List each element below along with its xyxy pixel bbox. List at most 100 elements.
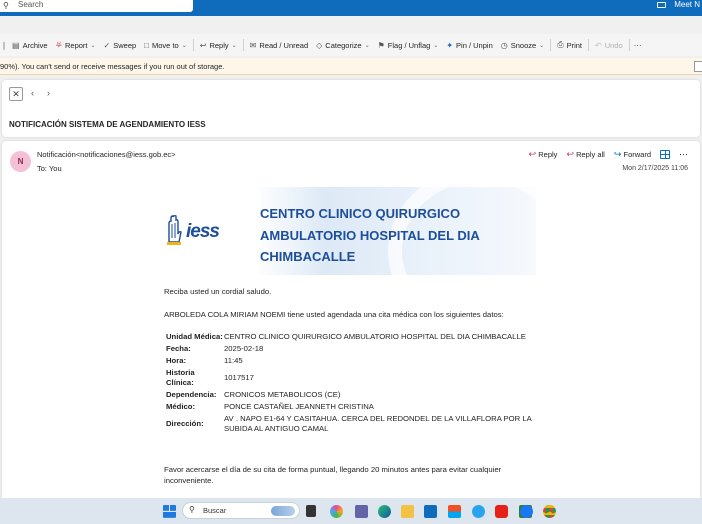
video-icon [657, 2, 667, 8]
categorize-label: Categorize [325, 40, 362, 50]
field-label: Dependencia: [166, 390, 217, 399]
divider [588, 39, 590, 51]
collapse-button[interactable]: ∣ [0, 36, 8, 54]
greeting: Reciba usted un cordial saludo. [164, 287, 272, 296]
more-icon: ⋯ [633, 40, 642, 50]
chevron-down-icon: ⌄ [364, 42, 370, 49]
read-unread-label: Read / Unread [259, 40, 309, 50]
teams-icon[interactable] [355, 505, 368, 518]
search-icon: ⚲ [3, 1, 9, 10]
move-to-label: Move to [152, 40, 179, 50]
grid-icon[interactable] [660, 150, 670, 159]
banner-title: CENTRO CLINICO QUIRURGICO AMBULATORIO HO… [260, 203, 530, 268]
app-icon[interactable] [472, 505, 485, 518]
field-label: Unidad Médica: [166, 332, 223, 341]
sweep-button[interactable]: ✓ Sweep [100, 36, 141, 54]
folder-icon: □ [144, 40, 150, 50]
pin-unpin-label: Pin / Unpin [456, 40, 493, 50]
archive-button[interactable]: ▤ Archive [8, 36, 52, 54]
outlook-icon[interactable] [424, 505, 437, 518]
youtube-icon[interactable] [495, 505, 508, 518]
avatar[interactable]: N [10, 151, 31, 172]
reply-action-label: Reply [538, 150, 558, 159]
read-unread-button[interactable]: ✉ Read / Unread [246, 36, 312, 54]
chevron-down-icon: ⌄ [231, 42, 237, 49]
move-to-button[interactable]: □ Move to ⌄ [140, 36, 191, 54]
file-explorer-icon[interactable] [401, 505, 414, 518]
message-actions: ↩ Reply ↩ Reply all ↪ Forward ⋯ [529, 149, 688, 160]
tag-icon: ◇ [316, 40, 323, 50]
storage-action-button[interactable] [694, 61, 702, 72]
reply-label: Reply [209, 40, 229, 50]
reading-pane-header: ✕ ‹ › NOTIFICACIÓN SISTEMA DE AGENDAMIEN… [2, 80, 700, 137]
chrome-icon[interactable] [543, 505, 556, 518]
reply-action[interactable]: ↩ Reply [529, 149, 558, 160]
flag-unflag-button[interactable]: ⚑ Flag / Unflag ⌄ [374, 36, 443, 54]
facebook-icon[interactable] [520, 505, 533, 518]
print-button[interactable]: ⎙ Print [553, 36, 586, 54]
logo-text: iess [186, 221, 220, 242]
undo-label: Undo [604, 40, 623, 50]
undo-icon: ↶ [595, 40, 602, 50]
storage-warning-text: 90%). You can't send or receive messages… [0, 62, 225, 71]
shield-icon: ⛧ [55, 40, 62, 49]
edge-icon[interactable] [378, 505, 391, 518]
copilot-icon[interactable] [330, 505, 343, 518]
undo-button[interactable]: ↶ Undo [591, 36, 627, 54]
sender[interactable]: Notificación<notificaciones@iess.gob.ec> [37, 150, 176, 159]
reply-button[interactable]: ↩ Reply ⌄ [196, 36, 241, 54]
forward-action[interactable]: ↪ Forward [614, 149, 651, 160]
reply-all-action[interactable]: ↩ Reply all [566, 149, 604, 160]
windows-taskbar [0, 498, 702, 524]
table-row: Dirección: AV . NAPO E1-64 Y CASITAHUA. … [166, 413, 536, 435]
clock-icon: ◷ [500, 40, 508, 50]
table-row: Médico: PONCE CASTAÑEL JEANNETH CRISTINA [166, 401, 536, 413]
chevron-down-icon[interactable]: › [47, 88, 50, 98]
search-icon: ⚲ [189, 505, 195, 514]
table-row: Fecha: 2025-02-18 [166, 343, 536, 355]
more-options-button[interactable]: ⋯ [632, 36, 644, 54]
storage-warning-bar: 90%). You can't send or receive messages… [0, 58, 702, 75]
chevron-up-icon[interactable]: ‹ [31, 88, 34, 98]
banner-title-line: CENTRO CLINICO QUIRURGICO [260, 206, 461, 221]
meet-now-button[interactable]: Meet N [657, 0, 702, 10]
divider [242, 39, 244, 51]
meet-label: Meet N [674, 0, 700, 9]
message-card: N Notificación<notificaciones@iess.gob.e… [2, 141, 700, 501]
search-placeholder: Search [18, 0, 44, 9]
table-row: Hora: 11:45 [166, 355, 536, 367]
divider [550, 39, 552, 51]
field-label: Dirección: [166, 419, 204, 428]
snooze-button[interactable]: ◷ Snooze ⌄ [497, 36, 548, 54]
field-value: CENTRO CLINICO QUIRURGICO AMBULATORIO HO… [224, 332, 526, 341]
broom-icon: ✓ [103, 40, 111, 50]
close-icon[interactable]: ✕ [9, 87, 23, 101]
report-label: Report [64, 40, 88, 50]
search-highlight-icon [271, 506, 295, 516]
closing-text: Favor acercarse el día de su cita de for… [164, 465, 502, 485]
report-button[interactable]: ⛧ Report ⌄ [52, 36, 100, 54]
pin-unpin-button[interactable]: ✦ Pin / Unpin [442, 36, 496, 54]
more-icon[interactable]: ⋯ [679, 149, 688, 160]
envelope-icon: ✉ [249, 40, 257, 50]
banner-title-line: AMBULATORIO HOSPITAL DEL DIA [260, 227, 480, 243]
store-icon[interactable] [448, 505, 461, 518]
message-date: Mon 2/17/2025 11:06 [622, 165, 688, 172]
chevron-down-icon: ⌄ [90, 42, 96, 49]
top-bar: ⚲ Search Meet N [0, 0, 702, 16]
pipe-icon: ∣ [2, 40, 6, 50]
toolbar-ribbon: ∣ ▤ Archive ⛧ Report ⌄ ✓ Sweep □ Move to ⌄ ↩ Re… [0, 34, 702, 56]
reply-all-action-label: Reply all [576, 150, 605, 159]
task-view-icon[interactable] [306, 505, 316, 517]
taskbar-search[interactable]: ⚲ Buscar [182, 502, 300, 519]
reply-icon: ↩ [199, 40, 207, 50]
start-icon[interactable] [163, 505, 176, 518]
forward-action-label: Forward [623, 150, 651, 159]
archive-label: Archive [22, 40, 48, 50]
search-box[interactable]: ⚲ Search [0, 0, 193, 12]
reply-icon: ↩ [528, 149, 537, 159]
table-row: Historia Clínica: 1017517 [166, 367, 536, 389]
field-value: AV . NAPO E1-64 Y CASITAHUA. CERCA DEL R… [224, 414, 532, 433]
categorize-button[interactable]: ◇ Categorize ⌄ [312, 36, 373, 54]
divider [192, 39, 194, 51]
